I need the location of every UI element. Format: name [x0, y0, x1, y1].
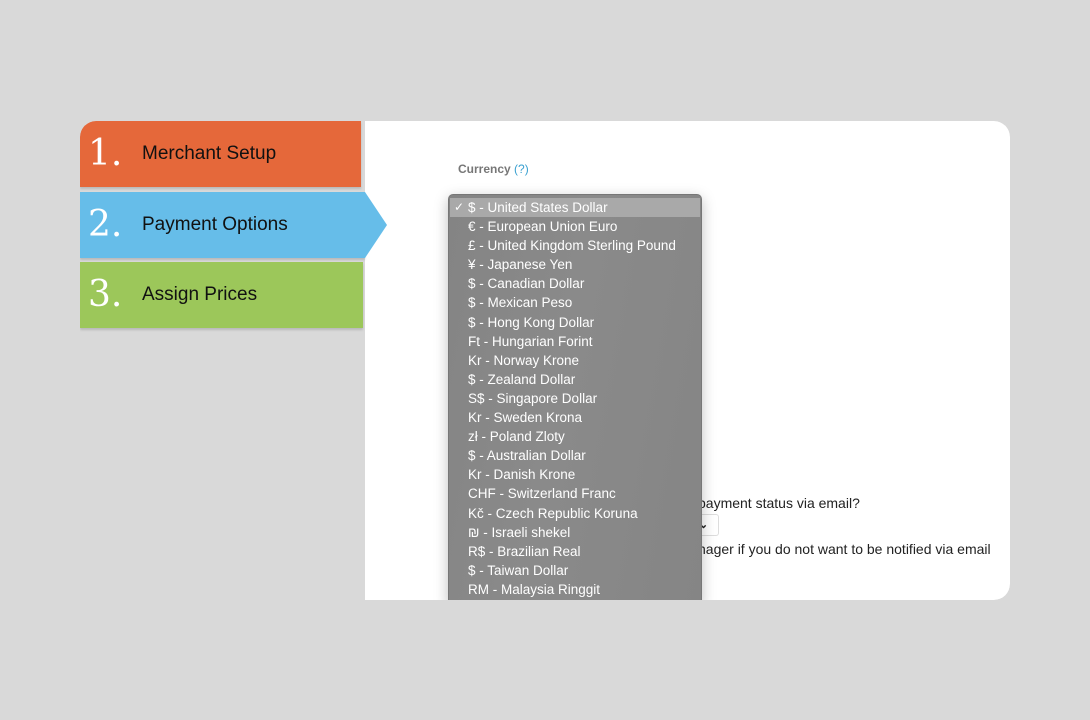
currency-option-label: $ - Taiwan Dollar	[468, 562, 569, 578]
currency-option[interactable]: Kr - Sweden Krona	[449, 408, 701, 427]
currency-option[interactable]: Kr - Danish Krone	[449, 465, 701, 484]
currency-option-label: $ - Hong Kong Dollar	[468, 314, 595, 330]
step-label: Assign Prices	[142, 284, 258, 305]
currency-option-label: CHF - Switzerland Franc	[468, 486, 616, 502]
currency-option-label: $ - United States Dollar	[468, 200, 608, 215]
step-assign-prices[interactable]: 3. Assign Prices	[80, 262, 363, 328]
email-notify-note: nager if you do not want to be notified …	[698, 541, 991, 557]
currency-option[interactable]: S$ - Singapore Dollar	[449, 389, 701, 408]
currency-option-label: ₪ - Israeli shekel	[468, 524, 571, 540]
currency-option[interactable]: € - European Union Euro	[449, 217, 701, 236]
currency-option[interactable]: $ - Canadian Dollar	[449, 274, 701, 293]
app-window: Currency (?) payment status via email? ⌄…	[80, 121, 1010, 600]
currency-option-label: $ - Australian Dollar	[468, 448, 586, 464]
currency-option[interactable]: ✓ $ - United States Dollar	[450, 198, 700, 218]
currency-option-label: $ - Canadian Dollar	[468, 276, 585, 292]
currency-option-label: Kr - Sweden Krona	[468, 410, 583, 426]
step-number: 3.	[88, 274, 123, 315]
currency-dropdown-list[interactable]: ✓ $ - United States Dollar € - European Un…	[448, 194, 702, 600]
currency-option-label: Kč - Czech Republic Koruna	[468, 505, 638, 521]
currency-label: Currency (?)	[458, 162, 529, 176]
currency-option-label: Kr - Danish Krone	[468, 467, 576, 483]
currency-option-label: € - European Union Euro	[468, 219, 618, 235]
currency-option[interactable]: $ - Hong Kong Dollar	[449, 313, 701, 332]
currency-option[interactable]: $ - Zealand Dollar	[449, 370, 701, 389]
checkmark-icon: ✓	[454, 200, 465, 214]
currency-label-text: Currency	[458, 162, 511, 176]
currency-help-link[interactable]: (?)	[514, 162, 529, 176]
wizard-steps: 1. Merchant Setup 2. Payment Options 3. …	[80, 121, 390, 328]
currency-option[interactable]: $ - Taiwan Dollar	[449, 561, 701, 580]
currency-option[interactable]: Kr - Norway Krone	[449, 351, 701, 370]
step-label: Payment Options	[142, 214, 288, 235]
currency-option-label: Kr - Norway Krone	[468, 352, 580, 368]
currency-option-label: ¥ - Japanese Yen	[468, 257, 573, 273]
currency-option[interactable]: ₪ - Israeli shekel	[449, 523, 701, 542]
currency-option[interactable]: $ - Australian Dollar	[449, 446, 701, 465]
currency-option[interactable]: RM - Malaysia Ringgit	[449, 580, 701, 599]
step-label: Merchant Setup	[142, 143, 277, 164]
currency-option[interactable]: Ft - Hungarian Forint	[449, 332, 701, 351]
step-number: 2.	[88, 204, 123, 245]
step-merchant-setup[interactable]: 1. Merchant Setup	[80, 121, 361, 187]
email-notify-question: payment status via email?	[698, 495, 860, 511]
currency-option[interactable]: ¥ - Japanese Yen	[449, 255, 701, 274]
currency-option[interactable]: Kč - Czech Republic Koruna	[449, 504, 701, 523]
currency-option-label: $ - Zealand Dollar	[468, 371, 576, 387]
currency-option-label: RM - Malaysia Ringgit	[468, 581, 601, 597]
currency-option[interactable]: $ - Mexican Peso	[449, 293, 701, 312]
currency-option-label: $ - Mexican Peso	[468, 295, 573, 311]
step-payment-options[interactable]: 2. Payment Options	[80, 192, 387, 258]
currency-option[interactable]: R$ - Brazilian Real	[449, 542, 701, 561]
currency-option-label: S$ - Singapore Dollar	[468, 390, 598, 406]
currency-option[interactable]: zł - Poland Zloty	[449, 427, 701, 446]
currency-option-label: R$ - Brazilian Real	[468, 543, 581, 559]
step-number: 1.	[88, 133, 123, 174]
currency-option[interactable]: CHF - Switzerland Franc	[449, 484, 701, 503]
currency-option-label: zł - Poland Zloty	[468, 429, 565, 445]
currency-option[interactable]: £ - United Kingdom Sterling Pound	[449, 236, 701, 255]
currency-option-label: £ - United Kingdom Sterling Pound	[468, 238, 676, 254]
currency-option-label: Ft - Hungarian Forint	[468, 333, 593, 349]
